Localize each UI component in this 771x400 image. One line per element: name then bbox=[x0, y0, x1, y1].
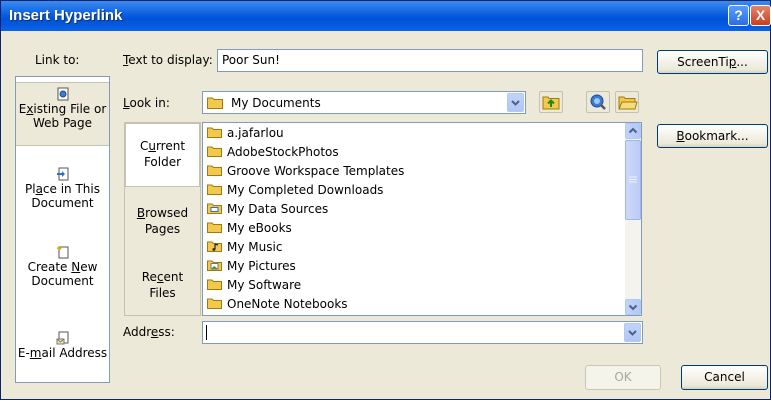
bookmark-button[interactable]: Bookmark... bbox=[657, 124, 768, 148]
music-folder-icon bbox=[207, 241, 222, 252]
link-existing-file-or-web-page[interactable]: Existing File or Web Page bbox=[16, 82, 109, 146]
folder-icon bbox=[207, 298, 222, 309]
document-place-icon bbox=[56, 167, 68, 181]
web-search-icon bbox=[590, 94, 606, 110]
list-item[interactable]: OneNote Notebooks bbox=[207, 295, 348, 314]
folder-icon bbox=[207, 222, 222, 233]
look-in-nav-panel: Current Folder Browsed Pages Recent Files bbox=[124, 122, 201, 316]
text-to-display-value: Poor Sun! bbox=[222, 53, 280, 67]
link-item-label: Create New Document bbox=[27, 260, 98, 288]
list-item[interactable]: My Software bbox=[207, 276, 301, 295]
link-item-label: Existing File or Web Page bbox=[18, 102, 107, 130]
scroll-thumb[interactable] bbox=[625, 140, 641, 220]
link-to-panel: Existing File or Web Page Place in This Do… bbox=[15, 76, 110, 383]
nav-recent-files[interactable]: Recent Files bbox=[125, 269, 200, 305]
list-item[interactable]: My Completed Downloads bbox=[207, 181, 383, 200]
data-folder-icon bbox=[207, 203, 222, 214]
look-in-value: My Documents bbox=[231, 96, 321, 110]
look-in-label: Look in: bbox=[123, 96, 170, 110]
pictures-folder-icon bbox=[207, 260, 222, 271]
insert-hyperlink-dialog: Insert Hyperlink ? X Link to: Existing F… bbox=[0, 0, 771, 400]
dialog-title: Insert Hyperlink bbox=[9, 7, 123, 24]
link-create-new-document[interactable]: Create New Document bbox=[16, 245, 109, 295]
nav-browsed-pages[interactable]: Browsed Pages bbox=[125, 205, 200, 241]
chevron-down-icon bbox=[628, 304, 638, 311]
nav-current-folder[interactable]: Current Folder bbox=[125, 123, 200, 187]
list-item[interactable]: a.jafarlou bbox=[207, 124, 284, 143]
link-place-in-this-document[interactable]: Place in This Document bbox=[16, 167, 109, 217]
chevron-down-icon bbox=[511, 100, 520, 106]
email-icon bbox=[56, 331, 68, 345]
list-item[interactable]: My Data Sources bbox=[207, 200, 328, 219]
title-bar[interactable]: Insert Hyperlink ? X bbox=[1, 1, 771, 31]
address-input[interactable] bbox=[202, 321, 643, 344]
list-item[interactable]: My Music bbox=[207, 238, 282, 257]
open-folder-icon bbox=[618, 96, 638, 110]
folder-icon bbox=[207, 279, 222, 290]
folder-icon bbox=[207, 184, 222, 195]
look-in-dropdown-button[interactable] bbox=[507, 93, 524, 112]
web-page-icon bbox=[57, 87, 68, 101]
list-item[interactable]: Groove Workspace Templates bbox=[207, 162, 404, 181]
new-document-icon bbox=[56, 245, 68, 259]
ok-button[interactable]: OK bbox=[585, 365, 661, 390]
text-to-display-label: Text to display: bbox=[123, 53, 213, 67]
browse-file-button[interactable] bbox=[615, 91, 639, 113]
list-item[interactable]: AdobeStockPhotos bbox=[207, 143, 339, 162]
close-button[interactable]: X bbox=[750, 5, 771, 26]
grip-icon bbox=[629, 176, 637, 183]
up-folder-icon bbox=[542, 96, 560, 110]
help-button[interactable]: ? bbox=[728, 5, 749, 26]
scroll-down-button[interactable] bbox=[625, 299, 641, 315]
folder-icon bbox=[207, 97, 223, 109]
folder-icon bbox=[207, 146, 222, 157]
up-one-folder-button[interactable] bbox=[539, 91, 563, 113]
text-cursor bbox=[206, 325, 207, 340]
address-dropdown-button[interactable] bbox=[624, 323, 641, 342]
file-list[interactable]: a.jafarlou AdobeStockPhotos Groove Works… bbox=[202, 122, 642, 316]
address-label: Address: bbox=[123, 325, 175, 339]
chevron-up-icon bbox=[628, 127, 638, 134]
link-email-address[interactable]: E-mail Address bbox=[16, 331, 109, 371]
link-item-label: E-mail Address bbox=[17, 346, 108, 360]
browse-web-button[interactable] bbox=[586, 91, 610, 113]
link-item-label: Place in This Document bbox=[24, 182, 100, 210]
chevron-down-icon bbox=[628, 330, 637, 336]
link-to-label: Link to: bbox=[35, 53, 80, 67]
folder-icon bbox=[207, 165, 222, 176]
list-item[interactable]: My Pictures bbox=[207, 257, 296, 276]
folder-icon bbox=[207, 127, 222, 138]
list-item[interactable]: My eBooks bbox=[207, 219, 292, 238]
look-in-select[interactable]: My Documents bbox=[202, 91, 526, 114]
screentip-button[interactable]: ScreenTip... bbox=[657, 50, 768, 74]
text-to-display-input[interactable]: Poor Sun! bbox=[217, 49, 643, 72]
file-list-scrollbar[interactable] bbox=[625, 123, 641, 315]
scroll-up-button[interactable] bbox=[625, 123, 641, 139]
cancel-button[interactable]: Cancel bbox=[681, 365, 768, 390]
